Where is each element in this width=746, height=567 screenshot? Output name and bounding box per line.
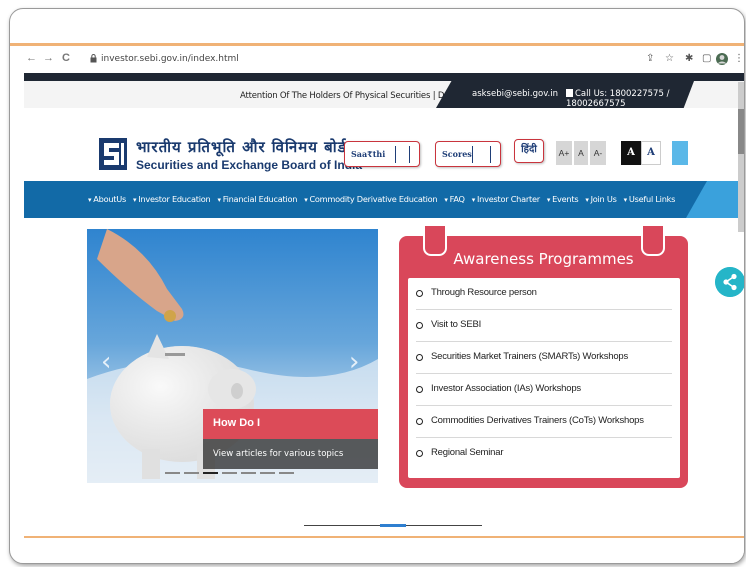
call-us-number: Call Us: 1800227575 / 18002667575 [566,89,670,109]
theme-color-button[interactable] [672,141,688,165]
menu-accent [686,181,744,218]
how-do-i-banner[interactable]: How Do I [203,409,378,439]
circle-bullet-icon [416,386,423,393]
logo-text-english: Securities and Exchange Board of India [136,158,363,172]
divider [490,146,491,163]
how-do-i-subtitle-bar[interactable]: View articles for various topics [203,439,378,469]
awareness-item-label: Securities Market Trainers (SMARTs) Work… [431,351,629,362]
url-text[interactable]: investor.sebi.gov.in/index.html [101,54,239,64]
share-icon[interactable] [715,267,745,297]
awareness-item-label: Visit to SEBI [431,319,482,330]
awareness-item[interactable]: Commodities Derivatives Trainers (CoTs) … [416,406,672,438]
extension-icon[interactable]: ✱ [685,53,693,64]
light-contrast-button[interactable]: A [641,141,661,165]
awareness-item[interactable]: Regional Seminar [416,438,672,470]
saarthi-button[interactable]: Saa₹thi [344,141,420,167]
awareness-item-label: Investor Association (IAs) Workshops [431,383,581,394]
menu-item-investor-education[interactable]: Investor Education [133,194,210,204]
page-scrollbar[interactable] [738,82,744,232]
menu-item-events[interactable]: Events [547,194,578,204]
logo-row: भारतीय प्रतिभूति और विनिमय बोर्ड Securit… [24,108,744,181]
font-size-controls: A+ A A- [556,141,606,165]
font-decrease-button[interactable]: A- [590,141,606,165]
awareness-programmes-panel: Awareness Programmes Through Resource pe… [399,226,688,488]
arrow-right-icon[interactable]: → [43,52,54,64]
carousel-dot[interactable] [165,472,180,474]
awareness-item[interactable]: Visit to SEBI [416,310,672,342]
arrow-left-icon[interactable]: ← [26,52,37,64]
carousel-dot[interactable] [260,472,275,474]
awareness-item[interactable]: Securities Market Trainers (SMARTs) Work… [416,342,672,374]
carousel-dot[interactable] [184,472,199,474]
section-progress-indicator [380,524,406,527]
circle-bullet-icon [416,322,423,329]
menu-item-commodity-derivative-education[interactable]: Commodity Derivative Education [304,194,437,204]
main-content: ‹ › How Do I View articles for various t… [24,218,745,563]
how-do-i-subtitle: View articles for various topics [213,449,344,459]
call-us-text: Call Us: 1800227575 / 18002667575 [566,89,694,109]
carousel-prev-button[interactable]: ‹ [101,347,111,377]
divider [472,146,473,163]
share-page-icon[interactable]: ⇪ [646,53,654,64]
tab-icon[interactable]: ▢ [702,53,711,64]
awareness-item[interactable]: Through Resource person [416,278,672,310]
awareness-title: Awareness Programmes [453,250,634,268]
browser-window: ← → C investor.sebi.gov.in/index.html ⇪ … [9,8,745,564]
address-bar: ← → C investor.sebi.gov.in/index.html ⇪ … [10,46,744,73]
carousel-indicators [165,472,294,474]
dark-contrast-button[interactable]: A [621,141,641,165]
saarthi-label: Saa₹thi [351,149,386,159]
divider [409,146,410,163]
awareness-item-label: Regional Seminar [431,447,504,458]
carousel-dot[interactable] [222,472,237,474]
page-scrollbar-thumb[interactable] [738,109,744,154]
font-normal-button[interactable]: A [574,141,588,165]
email-link[interactable]: asksebi@sebi.gov.in [472,89,558,99]
carousel-dot-active[interactable] [203,472,218,474]
carousel-dot[interactable] [241,472,256,474]
contact-box: asksebi@sebi.gov.in Call Us: 1800227575 … [436,81,694,108]
main-navigation: AboutUs Investor Education Financial Edu… [24,181,744,218]
star-icon[interactable]: ☆ [665,53,674,64]
awareness-list: Through Resource person Visit to SEBI Se… [408,278,680,478]
menu-list: AboutUs Investor Education Financial Edu… [88,194,675,204]
scores-button[interactable]: Scores [435,141,501,167]
menu-item-faq[interactable]: FAQ [444,194,465,204]
announcement-marquee[interactable]: Attention Of The Holders Of Physical Sec… [240,91,472,101]
circle-bullet-icon [416,290,423,297]
logo-text-hindi: भारतीय प्रतिभूति और विनिमय बोर्ड [136,138,347,156]
kebab-menu-icon[interactable]: ⋮ [734,53,744,64]
sebi-logo-icon[interactable] [99,138,127,170]
circle-bullet-icon [416,354,423,361]
circle-bullet-icon [416,450,423,457]
menu-item-about-us[interactable]: AboutUs [88,194,126,204]
lock-icon [90,54,97,63]
site-header-strip [24,73,744,81]
carousel-dot[interactable] [279,472,294,474]
info-bar: Attention Of The Holders Of Physical Sec… [24,81,744,108]
menu-item-investor-charter[interactable]: Investor Charter [472,194,540,204]
menu-item-financial-education[interactable]: Financial Education [217,194,298,204]
awareness-item-label: Commodities Derivatives Trainers (CoTs) … [431,415,644,426]
hindi-language-button[interactable]: हिंदी [514,139,544,163]
contrast-controls: A A [621,141,661,165]
avatar[interactable] [716,53,728,65]
font-increase-button[interactable]: A+ [556,141,572,165]
how-do-i-title: How Do I [213,417,261,429]
awareness-item[interactable]: Investor Association (IAs) Workshops [416,374,672,406]
image-carousel[interactable]: ‹ › How Do I View articles for various t… [87,229,378,483]
phone-icon [566,89,573,97]
awareness-item-label: Through Resource person [431,287,537,298]
carousel-next-button[interactable]: › [349,347,359,377]
divider [395,146,396,163]
reload-icon[interactable]: C [62,52,70,64]
menu-item-join-us[interactable]: Join Us [585,194,617,204]
circle-bullet-icon [416,418,423,425]
bottom-accent-line [24,536,744,538]
menu-item-useful-links[interactable]: Useful Links [624,194,676,204]
scores-label: Scores [442,149,472,159]
